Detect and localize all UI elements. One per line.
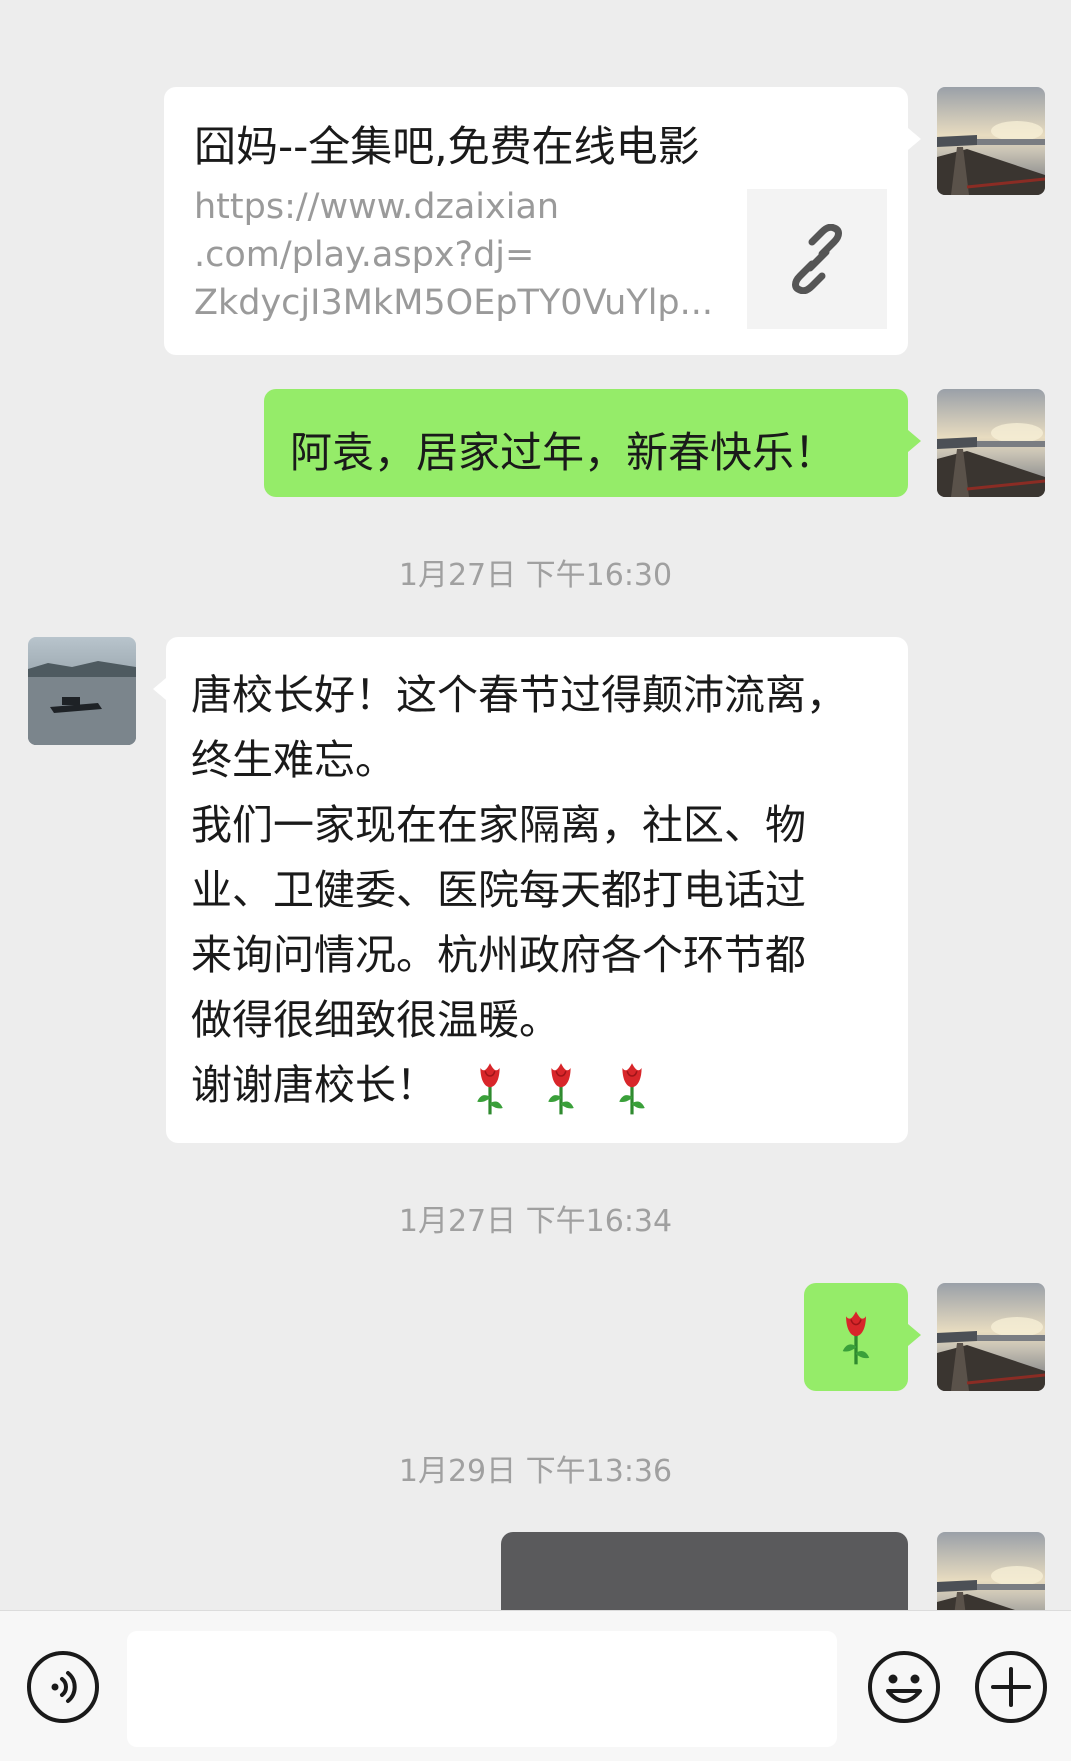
my-avatar[interactable] [937, 389, 1045, 497]
timestamp: 1月27日 下午16:30 [398, 558, 673, 593]
my-avatar[interactable] [937, 1532, 1045, 1610]
rose-icon [838, 1308, 874, 1366]
input-bar [0, 1610, 1071, 1761]
chat-area[interactable]: 囧妈--全集吧,免费在线电影 https://www.dzaixian .com… [0, 0, 1071, 1610]
reply-text: 唐校长好！这个春节过得颠沛流离， 终生难忘。 我们一家现在在家隔离，社区、物 业… [191, 663, 847, 1118]
plus-button[interactable] [973, 1649, 1049, 1725]
bubble-tail [908, 128, 921, 150]
link-thumbnail [747, 189, 887, 329]
rose-icon [612, 1060, 652, 1116]
link-card-url: https://www.dzaixian .com/play.aspx?dj= … [194, 187, 714, 323]
greeting-message[interactable]: 阿袁，居家过年，新春快乐！ [264, 389, 908, 497]
bubble-tail [908, 1324, 921, 1346]
reply-message[interactable]: 唐校长好！这个春节过得颠沛流离， 终生难忘。 我们一家现在在家隔离，社区、物 业… [166, 637, 908, 1143]
rose-icon [541, 1060, 581, 1116]
contact-avatar[interactable] [28, 637, 136, 745]
timestamp: 1月27日 下午16:34 [398, 1204, 673, 1239]
bubble-tail [153, 678, 166, 700]
rose-message[interactable] [804, 1283, 908, 1391]
emoji-icon [868, 1651, 940, 1723]
media-message[interactable] [501, 1532, 908, 1610]
link-icon [792, 224, 842, 294]
voice-button[interactable] [25, 1649, 101, 1725]
rose-icon [470, 1060, 510, 1116]
emoji-button[interactable] [866, 1649, 942, 1725]
plus-icon [975, 1651, 1047, 1723]
greeting-text: 阿袁，居家过年，新春快乐！ [290, 428, 837, 477]
bubble-tail [908, 430, 921, 452]
timestamp: 1月29日 下午13:36 [398, 1454, 673, 1489]
link-card-title: 囧妈--全集吧,免费在线电影 [194, 122, 700, 171]
my-avatar[interactable] [937, 87, 1045, 195]
my-avatar[interactable] [937, 1283, 1045, 1391]
voice-icon [27, 1651, 99, 1723]
message-input[interactable] [127, 1631, 837, 1747]
link-card-message[interactable]: 囧妈--全集吧,免费在线电影 https://www.dzaixian .com… [164, 87, 908, 355]
